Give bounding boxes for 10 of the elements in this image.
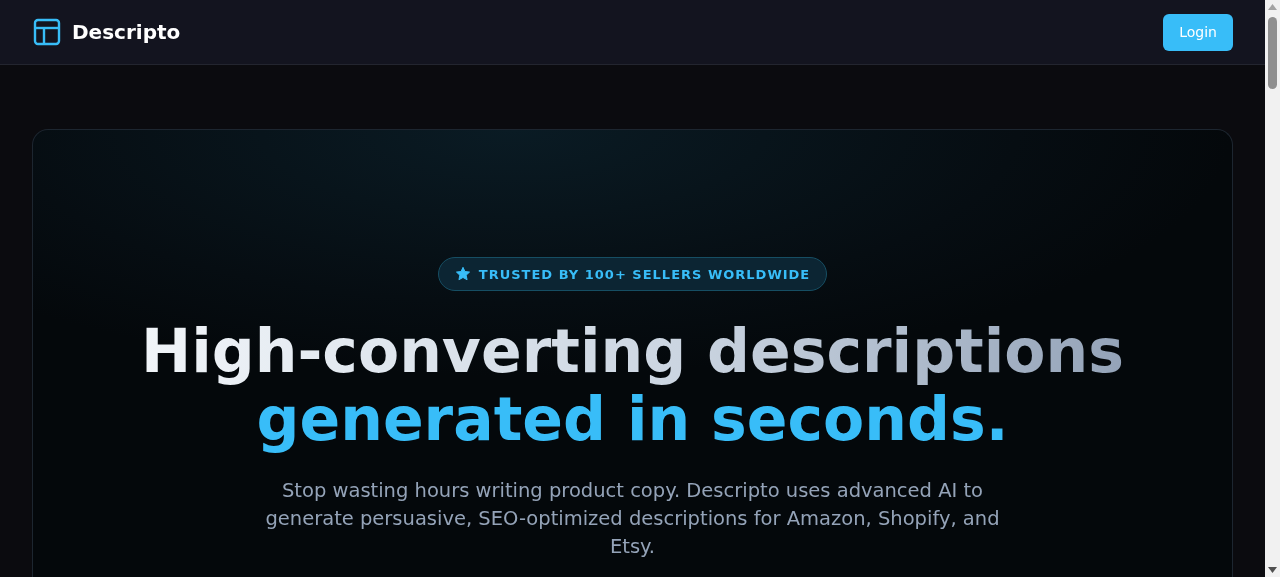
- scrollbar-thumb[interactable]: [1268, 17, 1277, 89]
- login-button[interactable]: Login: [1163, 13, 1233, 51]
- hero-heading-highlight: generated in seconds.: [256, 385, 1009, 453]
- scroll-up-icon[interactable]: [1268, 4, 1277, 10]
- star-icon: [454, 266, 471, 282]
- hero-subtitle: Stop wasting hours writing product copy. Descripto uses advanced AI to generate persuasive, SEO-optimized descriptions for Amazon, Shopify, and Etsy.: [264, 478, 1001, 560]
- brand-name: Descripto: [72, 20, 181, 44]
- scroll-down-icon[interactable]: [1268, 567, 1277, 573]
- badge-text: TRUSTED BY 100+ SELLERS WORLDWIDE: [478, 266, 811, 282]
- layout-icon: [33, 18, 61, 46]
